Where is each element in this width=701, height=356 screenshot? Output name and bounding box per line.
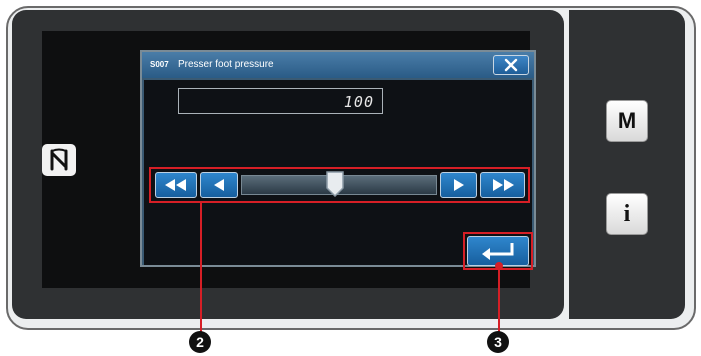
nfc-icon	[42, 144, 76, 176]
info-button[interactable]: i	[606, 193, 648, 235]
enter-callout: 3	[487, 331, 509, 353]
double-left-arrow-icon	[165, 179, 186, 191]
dialog-title-bar: S007 Presser foot pressure	[142, 52, 534, 78]
enter-leader-line	[498, 266, 500, 333]
close-button[interactable]	[493, 55, 529, 75]
decrease-button[interactable]	[200, 172, 238, 198]
enter-leader-dot	[495, 262, 503, 270]
slider-thumb[interactable]	[325, 171, 345, 197]
left-arrow-icon	[214, 179, 224, 191]
mode-button[interactable]: M	[606, 100, 648, 142]
slider-leader-line	[200, 203, 202, 333]
slider-callout: 2	[189, 331, 211, 353]
fast-increase-button[interactable]	[480, 172, 525, 198]
fast-decrease-button[interactable]	[155, 172, 197, 198]
enter-icon	[482, 243, 514, 260]
dialog-title: Presser foot pressure	[178, 59, 274, 70]
side-panel	[569, 10, 685, 319]
pressure-value-field: 100	[178, 88, 383, 114]
right-arrow-icon	[453, 179, 464, 191]
close-icon	[504, 58, 518, 72]
increase-button[interactable]	[440, 172, 477, 198]
double-right-arrow-icon	[492, 179, 514, 191]
dialog-code: S007	[150, 60, 169, 69]
pressure-value: 100	[343, 93, 374, 111]
